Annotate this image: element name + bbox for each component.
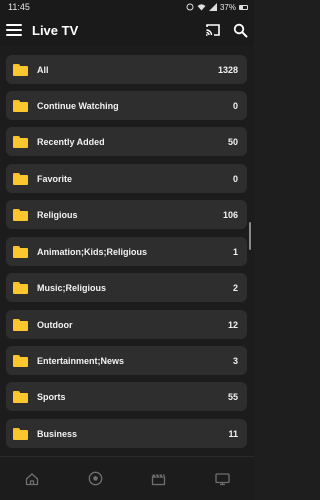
- home-icon: [25, 472, 38, 485]
- category-label: Business: [37, 428, 78, 439]
- nav-sports[interactable]: [75, 464, 115, 494]
- folder-icon: [13, 427, 28, 440]
- category-label: Religious: [37, 209, 78, 220]
- category-item-animation-kids-religious[interactable]: Animation;Kids;Religious 1: [6, 237, 247, 266]
- folder-icon: [13, 318, 28, 331]
- category-count: 50: [227, 136, 238, 147]
- category-count: 1: [232, 246, 238, 257]
- status-icons: 37%: [186, 3, 248, 12]
- status-bar: 11:45 37%: [0, 0, 254, 14]
- category-count: 12: [227, 319, 238, 330]
- category-count: 2: [232, 282, 238, 293]
- battery-percent: 37%: [219, 2, 236, 12]
- category-item-business[interactable]: Business 11: [6, 419, 247, 448]
- movie-clapper-icon: [152, 473, 166, 485]
- folder-icon: [13, 208, 28, 221]
- category-item-recently-added[interactable]: Recently Added 50: [6, 127, 247, 156]
- category-item-entertainment-news[interactable]: Entertainment;News 3: [6, 346, 247, 375]
- category-list[interactable]: All 1328 Continue Watching 0 Recently Ad…: [0, 46, 254, 456]
- category-count: 55: [227, 391, 238, 402]
- search-icon[interactable]: [233, 23, 248, 38]
- category-item-outdoor[interactable]: Outdoor 12: [6, 310, 247, 339]
- folder-icon: [13, 99, 28, 112]
- app-bar: Live TV: [0, 14, 254, 46]
- category-count: 106: [222, 209, 238, 220]
- page-title: Live TV: [32, 22, 79, 38]
- nav-home[interactable]: [12, 464, 52, 494]
- folder-icon: [13, 135, 28, 148]
- folder-icon: [13, 281, 28, 294]
- category-label: Animation;Kids;Religious: [37, 246, 147, 257]
- menu-icon[interactable]: [6, 22, 22, 38]
- cast-icon[interactable]: [205, 23, 221, 37]
- category-count: 3: [232, 355, 238, 366]
- bottom-nav: [0, 456, 254, 500]
- folder-icon: [13, 390, 28, 403]
- folder-icon: [13, 172, 28, 185]
- category-item-all[interactable]: All 1328: [6, 55, 247, 84]
- tv-icon: [215, 472, 230, 485]
- nav-movies[interactable]: [139, 464, 179, 494]
- alarm-icon: [186, 3, 194, 11]
- category-label: Outdoor: [37, 319, 73, 330]
- category-label: Favorite: [37, 173, 73, 184]
- battery-icon: [239, 4, 248, 10]
- nav-tv[interactable]: [202, 464, 242, 494]
- category-label: Entertainment;News: [37, 355, 125, 366]
- category-label: Sports: [37, 391, 66, 402]
- signal-icon: [208, 3, 217, 11]
- category-item-favorite[interactable]: Favorite 0: [6, 164, 247, 193]
- status-time: 11:45: [8, 2, 30, 12]
- category-label: Music;Religious: [37, 282, 107, 293]
- wifi-icon: [197, 4, 206, 11]
- category-item-continue-watching[interactable]: Continue Watching 0: [6, 91, 247, 120]
- category-item-music-religious[interactable]: Music;Religious 2: [6, 273, 247, 302]
- category-label: Continue Watching: [37, 100, 119, 111]
- folder-icon: [13, 245, 28, 258]
- category-label: All: [37, 64, 49, 75]
- category-count: 11: [228, 428, 238, 439]
- category-label: Recently Added: [37, 136, 105, 147]
- folder-icon: [13, 63, 28, 76]
- category-count: 1328: [217, 64, 238, 75]
- category-count: 0: [232, 173, 238, 184]
- sports-ball-icon: [88, 471, 103, 486]
- category-item-sports[interactable]: Sports 55: [6, 382, 247, 411]
- category-item-religious[interactable]: Religious 106: [6, 200, 247, 229]
- category-count: 0: [232, 100, 238, 111]
- scrollbar[interactable]: [249, 222, 251, 250]
- folder-icon: [13, 354, 28, 367]
